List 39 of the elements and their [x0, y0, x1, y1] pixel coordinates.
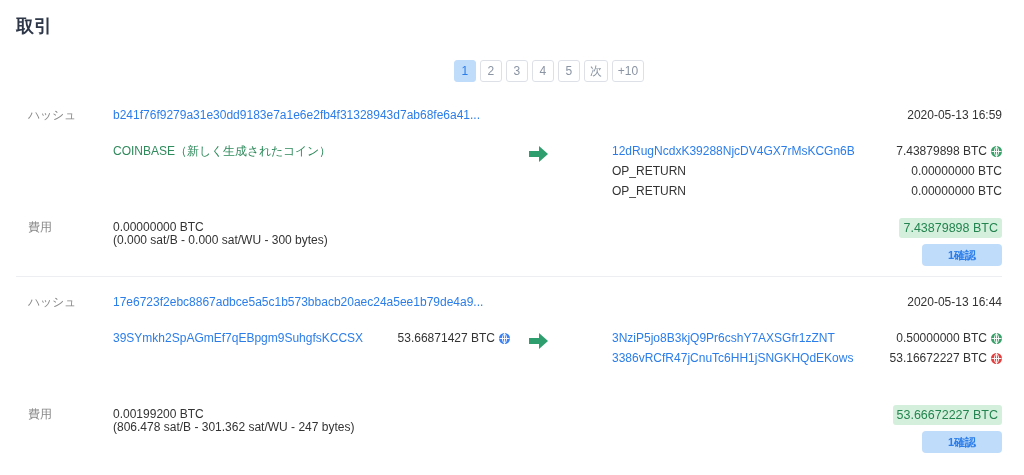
- page-title: 取引: [16, 15, 53, 38]
- page-button[interactable]: 1: [453, 60, 476, 82]
- hash-label: ハッシュ: [28, 294, 77, 311]
- page-button[interactable]: 5: [557, 60, 580, 82]
- page-button[interactable]: 次: [583, 60, 608, 82]
- hash-link[interactable]: b241f76f9279a31e30dd9183e7a1e6e2fb4f31328943d7ab68fe6a41...: [113, 108, 481, 122]
- amount-text: 7.43879898 BTC: [896, 143, 987, 160]
- page-button[interactable]: 4: [531, 60, 554, 82]
- timestamp: 2020-05-13 16:59: [907, 107, 1002, 124]
- address-link[interactable]: 39SYmkh2SpAGmEf7qEBpgm9SuhgfsKCCSX: [113, 329, 364, 347]
- page-button[interactable]: 3: [505, 60, 528, 82]
- amount-text: 53.16672227 BTC: [889, 350, 987, 367]
- address-link[interactable]: 3NziP5jo8B3kjQ9Pr6cshY7AXSGfr1zZNT: [612, 329, 835, 347]
- address-link[interactable]: 12dRugNcdxK39288NjcDV4GX7rMsKCGn6B: [612, 142, 855, 160]
- fee-detail: (0.000 sat/B - 0.000 sat/WU - 300 bytes): [113, 234, 329, 247]
- page-button[interactable]: +10: [611, 60, 645, 82]
- total-amount: 53.66672227 BTC: [892, 405, 1002, 425]
- fee-label: 費用: [28, 406, 53, 423]
- arrow-icon: [529, 146, 548, 162]
- page-button[interactable]: 2: [479, 60, 502, 82]
- op-return-text: OP_RETURN: [612, 183, 686, 200]
- timestamp: 2020-05-13 16:44: [907, 294, 1002, 311]
- confirmations-button[interactable]: 1確認: [922, 431, 1002, 453]
- fee-detail: (806.478 sat/B - 301.362 sat/WU - 247 bytes): [113, 421, 356, 434]
- amount-text: 0.00000000 BTC: [911, 163, 1002, 180]
- confirmations-button[interactable]: 1確認: [922, 244, 1002, 266]
- op-return-text: OP_RETURN: [612, 163, 686, 180]
- amount-text: 53.66871427 BTC: [397, 330, 495, 347]
- coinbase-label: COINBASE（新しく生成されたコイン）: [113, 143, 331, 160]
- fee-amount: 0.00199200 BTC: [113, 408, 205, 421]
- arrow-icon: [529, 333, 548, 349]
- fee-amount: 0.00000000 BTC: [113, 221, 205, 234]
- amount-text: 0.50000000 BTC: [896, 330, 987, 347]
- hash-link[interactable]: 17e6723f2ebc8867adbce5a5c1b573bbacb20aec24a5ee1b79de4a9...: [113, 295, 484, 309]
- hash-label: ハッシュ: [28, 107, 77, 124]
- amount-text: 0.00000000 BTC: [911, 183, 1002, 200]
- address-link[interactable]: 3386vRCfR47jCnuTc6HH1jSNGKHQdEKows: [612, 349, 854, 367]
- total-amount: 7.43879898 BTC: [899, 218, 1002, 238]
- fee-label: 費用: [28, 219, 53, 236]
